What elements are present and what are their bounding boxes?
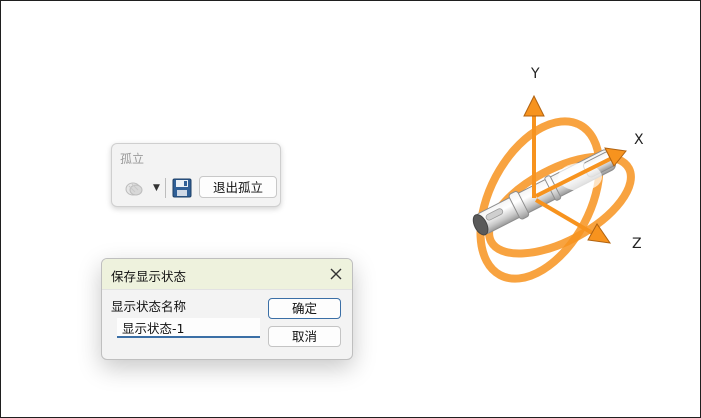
save-icon — [172, 178, 192, 198]
toolbar-separator — [165, 178, 166, 198]
x-axis-label: X — [634, 132, 644, 148]
display-state-name-input[interactable] — [117, 318, 260, 338]
close-button[interactable] — [326, 264, 346, 284]
save-display-state-dialog: 保存显示状态 显示状态名称 确定 取消 — [101, 258, 353, 360]
y-axis-label: Y — [531, 66, 540, 82]
save-display-state-button[interactable] — [171, 177, 193, 199]
rotation-triad[interactable] — [440, 60, 680, 290]
chevron-down-icon[interactable]: ▼ — [153, 179, 160, 197]
model-viewport[interactable]: Y X Z — [440, 60, 680, 290]
close-icon — [330, 268, 342, 280]
display-style-icon — [125, 182, 143, 196]
isolate-toolbar-title: 孤立 — [120, 152, 145, 166]
exit-isolate-button[interactable]: 退出孤立 — [199, 176, 277, 198]
dialog-header[interactable]: 保存显示状态 — [102, 259, 352, 290]
ok-button[interactable]: 确定 — [268, 298, 341, 319]
z-axis-label: Z — [632, 236, 642, 252]
cancel-button[interactable]: 取消 — [268, 326, 341, 347]
dialog-title: 保存显示状态 — [111, 269, 187, 284]
isolate-toolbar: 孤立 ▼ 退出孤立 — [111, 143, 281, 207]
display-state-name-label: 显示状态名称 — [111, 299, 187, 314]
display-style-dropdown[interactable]: ▼ — [120, 177, 160, 199]
isolate-toolbar-row: ▼ 退出孤立 — [118, 175, 278, 201]
